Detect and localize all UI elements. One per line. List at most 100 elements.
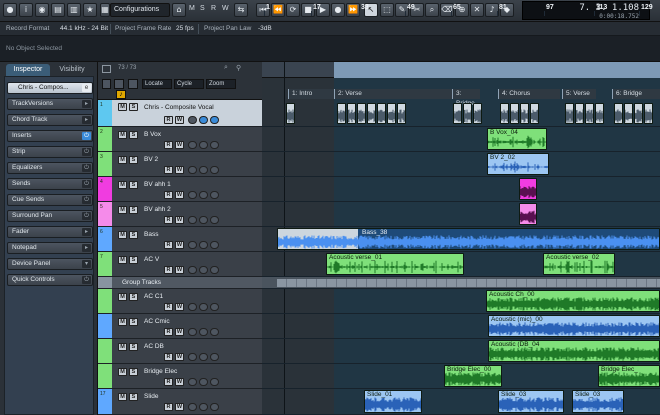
mute-button[interactable]: M (118, 131, 127, 139)
mute-button[interactable]: M (118, 343, 127, 351)
section-quick-controls[interactable]: Quick Controls ⏻ (7, 274, 93, 286)
cycle-range[interactable] (334, 62, 660, 78)
audio-event[interactable]: Slide_03 (572, 390, 624, 413)
section-notepad[interactable]: Notepad ▸ (7, 242, 93, 254)
note-icon[interactable]: ♪ (116, 90, 126, 99)
pan-law-value[interactable]: -3dB (258, 25, 272, 32)
edit-channel-icon[interactable] (210, 191, 219, 199)
comp-vocal-event[interactable] (473, 103, 482, 124)
marker[interactable]: 6: Bridge (612, 89, 660, 99)
mute-letter[interactable]: M (189, 5, 195, 12)
edit-channel-icon[interactable] (210, 328, 219, 336)
monitor-icon[interactable] (188, 328, 197, 336)
edit-channel-icon[interactable] (210, 241, 219, 249)
comp-vocal-event[interactable] (520, 103, 529, 124)
info-icon[interactable]: i (19, 3, 33, 17)
edit-channel-icon[interactable] (210, 141, 219, 149)
write-automation-button[interactable]: W (175, 378, 184, 386)
section-equalizers[interactable]: Equalizers ⏻ (7, 162, 93, 174)
solo-button[interactable]: S (129, 131, 138, 139)
lanes-icon[interactable] (199, 266, 208, 274)
monitor-icon[interactable] (188, 216, 197, 224)
marker[interactable]: 5: Verse (562, 89, 596, 99)
track-row[interactable]: Bridge Elec M S R W (98, 364, 262, 389)
audio-event[interactable]: Bridge Elec_ (598, 365, 660, 387)
filter-icon[interactable]: ⚲ (236, 64, 241, 72)
edit-channel-icon[interactable] (210, 266, 219, 274)
track-lane[interactable] (262, 202, 660, 227)
mute-button[interactable]: M (118, 103, 127, 111)
write-automation-button[interactable]: W (175, 166, 184, 174)
comp-vocal-event[interactable] (387, 103, 396, 124)
track-color-strip[interactable] (98, 314, 112, 338)
track-color-strip[interactable]: 2 (98, 127, 112, 151)
comp-vocal-event[interactable] (624, 103, 633, 124)
monitor-icon[interactable] (188, 403, 197, 411)
read-automation-button[interactable]: R (164, 241, 173, 249)
locate-select[interactable]: Locate (142, 79, 172, 89)
solo-letter[interactable]: S (200, 5, 205, 12)
snap-icon[interactable] (128, 79, 138, 89)
track-name[interactable]: Bridge Elec (144, 368, 177, 375)
audio-event[interactable]: Acoustic verse_01 (326, 253, 464, 275)
comp-vocal-event[interactable] (367, 103, 376, 124)
record-format-value[interactable]: 44.1 kHz - 24 Bit (60, 25, 108, 32)
edit-channel-icon[interactable] (210, 303, 219, 311)
marker[interactable]: 4: Chorus (498, 89, 560, 99)
comp-vocal-event[interactable] (510, 103, 519, 124)
edit-channel-icon[interactable] (210, 353, 219, 361)
track-name[interactable]: Group Tracks (122, 279, 161, 286)
mute-button[interactable]: M (118, 156, 127, 164)
expand-icon[interactable]: ▸ (82, 116, 91, 124)
inspector-track-name[interactable]: Chris - Compos... e (7, 82, 93, 94)
power-icon[interactable]: ⏻ (82, 148, 91, 156)
edit-channel-icon[interactable] (210, 403, 219, 411)
track-name[interactable]: Bass (144, 231, 158, 238)
comp-vocal-event[interactable] (614, 103, 623, 124)
favorite-icon[interactable]: ★ (83, 3, 97, 17)
monitor-icon[interactable] (188, 141, 197, 149)
track-color-strip[interactable]: 3 (98, 152, 112, 176)
lanes-icon[interactable] (199, 378, 208, 386)
cycle-select[interactable]: Cycle (174, 79, 204, 89)
add-track-icon[interactable] (102, 79, 111, 89)
comp-vocal-event[interactable] (453, 103, 462, 124)
track-color-strip[interactable]: 1 (98, 100, 112, 126)
mute-tool-icon[interactable]: ✕ (470, 3, 484, 17)
power-icon[interactable]: ⏻ (82, 164, 91, 172)
power-icon[interactable]: ⏻ (82, 212, 91, 220)
track-color-strip[interactable]: 7 (98, 252, 112, 276)
audio-event[interactable]: Acoustic (DB_04 (488, 340, 660, 362)
section-strip[interactable]: Strip ⏻ (7, 146, 93, 158)
record-icon[interactable]: ● (331, 3, 345, 17)
rewind-icon[interactable]: ⏪ (271, 3, 285, 17)
read-automation-button[interactable]: R (164, 403, 173, 411)
track-name[interactable]: Slide (144, 393, 158, 400)
audio-event[interactable]: Slide_01 (364, 390, 422, 413)
read-automation-button[interactable]: R (164, 116, 173, 124)
solo-button[interactable]: S (129, 156, 138, 164)
comp-vocal-event[interactable] (377, 103, 386, 124)
lanes-icon[interactable] (199, 166, 208, 174)
track-color-strip[interactable] (98, 364, 112, 388)
mute-button[interactable]: M (118, 393, 127, 401)
lanes-icon[interactable] (199, 116, 208, 124)
read-automation-button[interactable]: R (164, 353, 173, 361)
monitor-icon[interactable] (188, 166, 197, 174)
write-automation-button[interactable]: W (175, 266, 184, 274)
solo-button[interactable]: S (129, 231, 138, 239)
audio-event[interactable]: Acoustic (mic)_00 (488, 315, 660, 337)
track-list-menu-icon[interactable] (102, 65, 111, 73)
solo-button[interactable]: S (129, 206, 138, 214)
comp-vocal-event[interactable] (530, 103, 539, 124)
solo-button[interactable]: S (129, 343, 138, 351)
track-name[interactable]: AC C1 (144, 293, 163, 300)
write-automation-button[interactable]: W (175, 141, 184, 149)
solo-button[interactable]: S (129, 103, 138, 111)
comp-vocal-event[interactable] (565, 103, 574, 124)
track-row[interactable]: 2 B Vox M S R W (98, 127, 262, 152)
frame-rate-value[interactable]: 25 fps (176, 25, 194, 32)
edit-in-place-icon[interactable] (114, 79, 124, 89)
track-lane[interactable] (262, 127, 660, 152)
track-lane[interactable] (262, 177, 660, 202)
